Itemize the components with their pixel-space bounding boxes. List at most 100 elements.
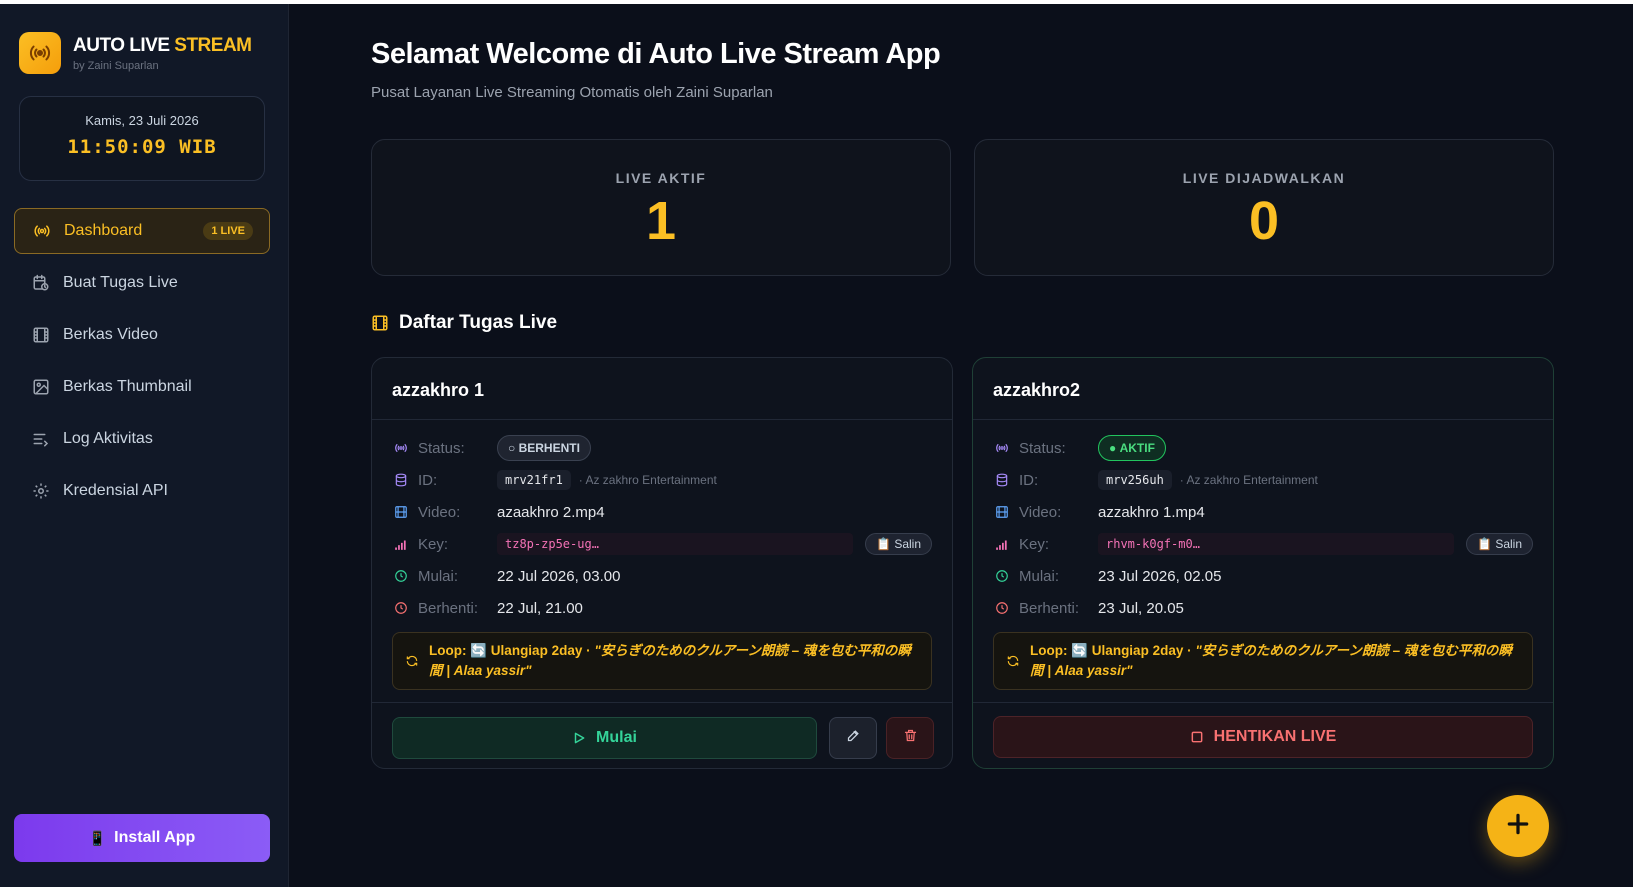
- video-label: Video:: [418, 503, 461, 521]
- page-title: Selamat Welcome di Auto Live Stream App: [371, 38, 941, 70]
- sidebar-item-activity-log[interactable]: Log Aktivitas: [14, 416, 270, 462]
- status-badge: ○ BERHENTI: [497, 435, 591, 461]
- sidebar-item-label: Buat Tugas Live: [63, 274, 178, 291]
- edit-icon: [846, 728, 861, 748]
- video-row: Video: azzakhro 1.mp4: [993, 496, 1533, 528]
- brand-subtitle: by Zaini Suparlan: [73, 59, 159, 72]
- start-row: Mulai: 22 Jul 2026, 03.00: [392, 560, 932, 592]
- loop-repeat: 🔄 Ulangiap 2day: [1071, 643, 1184, 658]
- loop-text: Loop: 🔄 Ulangiap 2day · "安らぎのためのクルアーン朗読 …: [429, 643, 911, 678]
- plus-icon: [1505, 811, 1531, 842]
- edit-button[interactable]: [829, 717, 877, 759]
- stat-label: LIVE AKTIF: [615, 170, 707, 186]
- key-label: Key:: [418, 535, 449, 553]
- clock-icon: [993, 569, 1011, 583]
- sidebar-item-video-files[interactable]: Berkas Video: [14, 312, 270, 358]
- stop-live-label: HENTIKAN LIVE: [1213, 728, 1337, 745]
- sidebar-item-label: Berkas Video: [63, 326, 158, 343]
- clock-icon: [392, 569, 410, 583]
- sidebar-item-thumbnail-files[interactable]: Berkas Thumbnail: [14, 364, 270, 410]
- section-title: Daftar Tugas Live: [371, 312, 557, 334]
- brand: AUTO LIVE STREAM by Zaini Suparlan: [19, 32, 252, 74]
- stop-row: Berhenti: 22 Jul, 21.00: [392, 592, 932, 624]
- start-button[interactable]: Mulai: [392, 717, 817, 759]
- clock-date: Kamis, 23 Juli 2026: [85, 113, 199, 128]
- stop-live-button[interactable]: HENTIKAN LIVE: [993, 716, 1533, 758]
- id-label: ID:: [1019, 471, 1039, 489]
- stop-time: 23 Jul, 20.05: [1098, 599, 1184, 617]
- image-icon: [31, 377, 51, 397]
- key-row: Key: rhvm-k0gf-m0… 📋 Salin: [993, 528, 1533, 560]
- trash-icon: [903, 728, 918, 748]
- channel-name: · Az zakhro Entertainment: [1179, 473, 1318, 487]
- sidebar: AUTO LIVE STREAM by Zaini Suparlan Kamis…: [0, 4, 289, 887]
- delete-button[interactable]: [886, 717, 934, 759]
- install-app-button[interactable]: 📱 Install App: [14, 814, 270, 862]
- clipboard-icon: 📋: [876, 537, 895, 551]
- id-row: ID: mrv256uh · Az zakhro Entertainment: [993, 464, 1533, 496]
- stat-value: 0: [1248, 191, 1280, 251]
- status-label: Status:: [1019, 439, 1066, 457]
- film-icon: [31, 325, 51, 345]
- loop-label: Loop:: [1030, 643, 1068, 658]
- stat-live-scheduled: LIVE DIJADWALKAN 0: [974, 139, 1554, 276]
- signal-icon: [993, 537, 1011, 551]
- channel-name: · Az zakhro Entertainment: [578, 473, 717, 487]
- sidebar-item-label: Berkas Thumbnail: [63, 378, 192, 395]
- copy-key-button[interactable]: 📋 Salin: [1466, 533, 1533, 555]
- copy-key-button[interactable]: 📋 Salin: [865, 533, 932, 555]
- sidebar-item-api-credentials[interactable]: Kredensial API: [14, 468, 270, 514]
- sidebar-item-dashboard[interactable]: Dashboard 1 LIVE: [14, 208, 270, 254]
- card-actions: HENTIKAN LIVE: [973, 702, 1553, 768]
- stop-label: Berhenti:: [418, 599, 479, 617]
- refresh-icon: [405, 654, 419, 668]
- stop-icon: [1190, 730, 1204, 744]
- add-task-button[interactable]: [1487, 795, 1549, 857]
- brand-title: AUTO LIVE STREAM: [73, 35, 252, 57]
- refresh-icon: [1006, 654, 1020, 668]
- page-subtitle: Pusat Layanan Live Streaming Otomatis ol…: [371, 84, 773, 101]
- task-card: azzakhro 1 Status: ○ BERHENTI ID: mrv21f…: [371, 357, 953, 769]
- install-app-label: Install App: [114, 829, 196, 846]
- stat-label: LIVE DIJADWALKAN: [1182, 170, 1346, 186]
- copy-label: Salin: [894, 537, 921, 551]
- database-icon: [392, 473, 410, 487]
- id-label: ID:: [418, 471, 438, 489]
- stop-label: Berhenti:: [1019, 599, 1080, 617]
- card-actions: Mulai: [372, 702, 952, 768]
- sidebar-item-create-task[interactable]: Buat Tugas Live: [14, 260, 270, 306]
- key-label: Key:: [1019, 535, 1050, 553]
- mobile-icon: 📱: [88, 829, 107, 846]
- clock-widget: Kamis, 23 Juli 2026 11:50:09 WIB: [19, 96, 265, 181]
- broadcast-icon: [32, 221, 52, 241]
- clock-icon: [993, 601, 1011, 615]
- stream-key: tz8p-zp5e-ug…: [497, 533, 854, 555]
- broadcast-icon: [19, 32, 61, 74]
- live-count-badge: 1 LIVE: [203, 222, 253, 240]
- key-row: Key: tz8p-zp5e-ug… 📋 Salin: [392, 528, 932, 560]
- status-badge: ● AKTIF: [1098, 435, 1166, 461]
- clipboard-icon: 📋: [1477, 537, 1496, 551]
- stop-row: Berhenti: 23 Jul, 20.05: [993, 592, 1533, 624]
- task-name: azzakhro2: [973, 358, 1553, 420]
- copy-label: Salin: [1495, 537, 1522, 551]
- database-icon: [993, 473, 1011, 487]
- play-icon: [572, 731, 586, 745]
- status-label: Status:: [418, 439, 465, 457]
- status-row: Status: ● AKTIF: [993, 432, 1533, 464]
- sidebar-item-label: Log Aktivitas: [63, 430, 153, 447]
- status-text: AKTIF: [1119, 441, 1155, 455]
- list-icon: [31, 429, 51, 449]
- brand-title-accent: STREAM: [174, 34, 252, 56]
- gear-icon: [31, 481, 51, 501]
- stream-key: rhvm-k0gf-m0…: [1098, 533, 1455, 555]
- start-label: Mulai: [596, 729, 637, 746]
- sidebar-item-label: Kredensial API: [63, 482, 168, 499]
- film-icon: [993, 505, 1011, 519]
- broadcast-icon: [392, 441, 410, 455]
- loop-label: Loop:: [429, 643, 467, 658]
- status-text: BERHENTI: [518, 441, 580, 455]
- start-row: Mulai: 23 Jul 2026, 02.05: [993, 560, 1533, 592]
- start-time: 23 Jul 2026, 02.05: [1098, 567, 1222, 585]
- id-row: ID: mrv21fr1 · Az zakhro Entertainment: [392, 464, 932, 496]
